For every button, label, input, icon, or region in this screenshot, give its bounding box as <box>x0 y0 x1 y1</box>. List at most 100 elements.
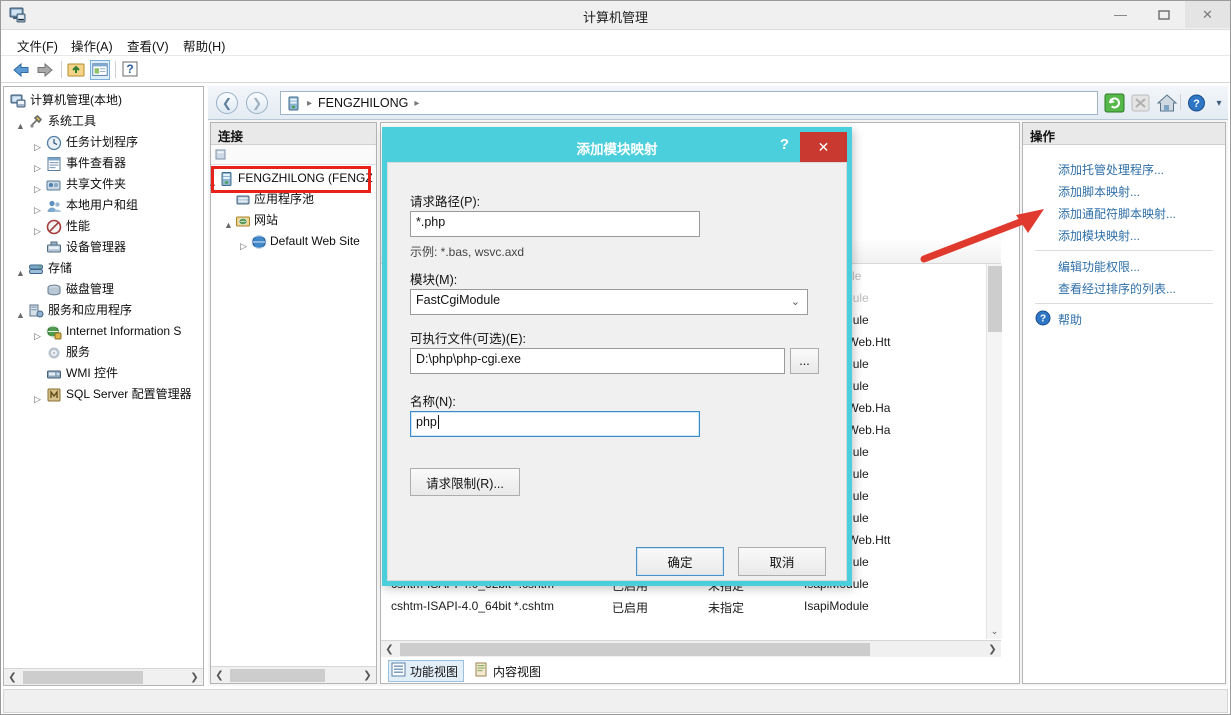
console-tree-item-14[interactable]: ▷ SQL Server 配置管理器 <box>4 384 203 405</box>
dropdown-icon[interactable]: ▾ <box>1208 93 1230 114</box>
menu-view[interactable]: 查看(V) <box>121 35 175 56</box>
grid-hscrollbar[interactable]: ❮ ❯ <box>381 640 1001 657</box>
twisty-icon[interactable]: ▷ <box>34 179 45 194</box>
breadcrumb-server[interactable]: FENGZHILONG <box>318 96 408 110</box>
twisty-icon[interactable] <box>34 242 45 253</box>
table-row[interactable]: cshtm-ISAPI-4.0_64bit *.cshtm 已启用 未指定 IsapiM… <box>381 596 1001 618</box>
tab-features-view[interactable]: 功能视图 <box>388 660 465 682</box>
close-button[interactable]: ✕ <box>1185 1 1230 28</box>
scroll-thumb[interactable] <box>23 670 143 684</box>
up-folder-icon[interactable] <box>66 60 86 80</box>
console-tree-item-12[interactable]: 服务 <box>4 342 203 363</box>
show-hide-console-tree-icon[interactable] <box>90 60 110 80</box>
console-tree-item-8[interactable]: ▲ 存储 <box>4 258 203 279</box>
cancel-button[interactable]: 取消 <box>738 547 826 576</box>
console-tree-item-9[interactable]: 磁盘管理 <box>4 279 203 300</box>
scroll-right-icon[interactable]: ❯ <box>186 670 203 685</box>
action-edit-feature-permissions[interactable]: 编辑功能权限... <box>1058 258 1140 275</box>
minimize-button[interactable]: — <box>1099 1 1142 28</box>
console-tree-item-10[interactable]: ▲ 服务和应用程序 <box>4 300 203 321</box>
console-tree-item-11[interactable]: ▷ Internet Information S <box>4 321 203 342</box>
connections-toolbar[interactable] <box>211 145 376 165</box>
scroll-down-icon[interactable]: ⌄ <box>987 624 1002 639</box>
scroll-left-icon[interactable]: ❮ <box>4 670 21 685</box>
console-tree-item-6[interactable]: ▷ 性能 <box>4 216 203 237</box>
twisty-icon[interactable]: ▲ <box>224 215 235 230</box>
connections-hscrollbar[interactable]: ❮ ❯ <box>211 666 376 683</box>
action-add-managed-handler[interactable]: 添加托管处理程序... <box>1058 161 1164 178</box>
console-tree-item-2[interactable]: ▷ 任务计划程序 <box>4 132 203 153</box>
twisty-icon[interactable]: ▷ <box>34 200 45 215</box>
twisty-icon[interactable] <box>34 284 45 295</box>
connection-tree-item-0[interactable]: ▲ FENGZHILONG (FENGZ <box>208 168 376 189</box>
scroll-thumb[interactable] <box>988 266 1002 332</box>
console-tree-item-7[interactable]: 设备管理器 <box>4 237 203 258</box>
console-tree-item-3[interactable]: ▷ 事件查看器 <box>4 153 203 174</box>
grid-vscrollbar[interactable]: ⌄ <box>986 264 1002 639</box>
executable-input[interactable]: D:\php\php-cgi.exe <box>410 348 785 374</box>
twisty-icon[interactable]: ▲ <box>208 173 219 188</box>
menu-file[interactable]: 文件(F) <box>11 35 64 56</box>
connection-tree-item-2[interactable]: ▲ 网站 <box>211 210 376 231</box>
twisty-icon[interactable]: ▷ <box>34 326 45 341</box>
action-help[interactable]: 帮助 <box>1058 311 1082 328</box>
twisty-icon[interactable] <box>224 194 235 205</box>
tab-content-view[interactable]: 内容视图 <box>474 662 541 680</box>
connection-tree-item-1[interactable]: 应用程序池 <box>211 189 376 210</box>
twisty-icon[interactable]: ▷ <box>240 236 251 251</box>
console-tree-item-1[interactable]: ▲ 系统工具 <box>4 111 203 132</box>
action-add-wildcard-script-map[interactable]: 添加通配符脚本映射... <box>1058 205 1176 222</box>
browse-button[interactable]: ... <box>790 348 819 374</box>
action-add-script-map[interactable]: 添加脚本映射... <box>1058 183 1140 200</box>
action-add-module-mapping[interactable]: 添加模块映射... <box>1058 227 1140 244</box>
scroll-right-icon[interactable]: ❯ <box>984 642 1001 657</box>
connections-tree[interactable]: ▲ FENGZHILONG (FENGZ 应用程序池 ▲ 网站 ▷ Default Web … <box>208 168 376 252</box>
scroll-thumb[interactable] <box>230 668 325 682</box>
scroll-thumb[interactable] <box>400 642 870 656</box>
console-tree-item-13[interactable]: WMI 控件 <box>4 363 203 384</box>
console-tree-item-4[interactable]: ▷ 共享文件夹 <box>4 174 203 195</box>
dialog-help-button[interactable]: ? <box>780 136 789 153</box>
home-icon[interactable] <box>1156 93 1178 114</box>
twisty-icon[interactable] <box>4 95 9 106</box>
help-icon[interactable]: ? <box>121 60 141 80</box>
scroll-left-icon[interactable]: ❮ <box>211 668 228 683</box>
twisty-icon[interactable]: ▲ <box>16 305 27 320</box>
chevron-down-icon[interactable]: ⌄ <box>791 295 800 308</box>
twisty-icon[interactable]: ▲ <box>16 116 27 131</box>
module-select[interactable]: FastCgiModule ⌄ <box>410 289 808 315</box>
request-restrictions-button[interactable]: 请求限制(R)... <box>410 468 520 496</box>
name-input[interactable]: php <box>410 411 700 437</box>
scroll-left-icon[interactable]: ❮ <box>381 642 398 657</box>
twisty-icon[interactable] <box>34 368 45 379</box>
console-tree-item-0[interactable]: 计算机管理(本地) <box>4 90 203 111</box>
scroll-right-icon[interactable]: ❯ <box>359 668 376 683</box>
ok-button[interactable]: 确定 <box>636 547 724 576</box>
refresh-icon[interactable] <box>1104 93 1126 114</box>
forward-icon[interactable] <box>35 60 55 80</box>
address-breadcrumb-field[interactable]: ▸ FENGZHILONG ▸ <box>280 91 1098 115</box>
twisty-icon[interactable]: ▷ <box>34 137 45 152</box>
menu-help[interactable]: 帮助(H) <box>177 35 231 56</box>
twisty-icon[interactable]: ▷ <box>34 389 45 404</box>
console-tree[interactable]: 计算机管理(本地) ▲ 系统工具 ▷ 任务计划程序 ▷ 事件查看器 ▷ 共享文件夹 ▷ 本地用户和组… <box>4 90 203 405</box>
nav-back-button[interactable]: ❮ <box>216 92 238 114</box>
twisty-icon[interactable]: ▷ <box>34 158 45 173</box>
nav-forward-button[interactable]: ❯ <box>246 92 268 114</box>
request-path-input[interactable]: *.php <box>410 211 700 237</box>
menu-action[interactable]: 操作(A) <box>65 35 119 56</box>
tab-content-view-label: 内容视图 <box>493 664 542 679</box>
stop-icon[interactable] <box>1130 93 1152 114</box>
back-icon[interactable] <box>11 60 31 80</box>
dialog-close-button[interactable]: ✕ <box>800 132 847 162</box>
help-blue-icon[interactable]: ? <box>1186 93 1208 114</box>
wmi-icon <box>46 366 62 382</box>
twisty-icon[interactable] <box>34 347 45 358</box>
twisty-icon[interactable]: ▷ <box>34 221 45 236</box>
maximize-button[interactable] <box>1142 1 1185 28</box>
console-tree-hscrollbar[interactable]: ❮ ❯ <box>4 668 203 685</box>
connection-tree-item-3[interactable]: ▷ Default Web Site <box>211 231 376 252</box>
console-tree-item-5[interactable]: ▷ 本地用户和组 <box>4 195 203 216</box>
action-view-ordered-list[interactable]: 查看经过排序的列表... <box>1058 280 1176 297</box>
twisty-icon[interactable]: ▲ <box>16 263 27 278</box>
